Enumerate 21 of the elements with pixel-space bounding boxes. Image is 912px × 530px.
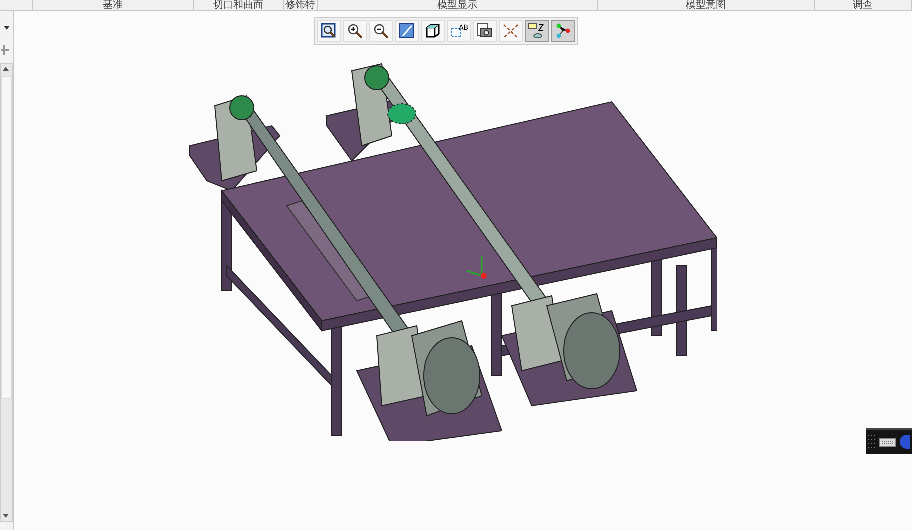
ribbon-group-label: 模型意图 <box>686 0 726 10</box>
zoom-out-icon <box>373 23 389 39</box>
view-tool-button[interactable] <box>551 20 575 42</box>
annotation-icon <box>528 22 546 40</box>
ribbon-group-label: 模型显示 <box>437 0 478 10</box>
ribbon-group-label: 修饰特 <box>286 0 316 10</box>
camera-icon <box>477 23 493 39</box>
add-icon[interactable] <box>1 45 9 55</box>
scrollbar[interactable] <box>0 63 13 522</box>
keyboard-icon[interactable] <box>879 436 897 448</box>
zoom-fit-icon <box>321 23 337 39</box>
ribbon-group-label: 切口和曲面 <box>214 0 264 10</box>
cross-axes-icon <box>502 23 520 39</box>
ribbon-group-label: 基准 <box>102 0 123 10</box>
ribbon-group-label: 调查 <box>853 0 874 10</box>
view-tool-button[interactable] <box>525 20 549 42</box>
repaint-icon <box>399 23 415 39</box>
grip-icon <box>868 435 876 449</box>
cube-icon <box>425 23 441 39</box>
node-connection-icon <box>555 23 571 39</box>
zoom-in-icon <box>347 23 363 39</box>
